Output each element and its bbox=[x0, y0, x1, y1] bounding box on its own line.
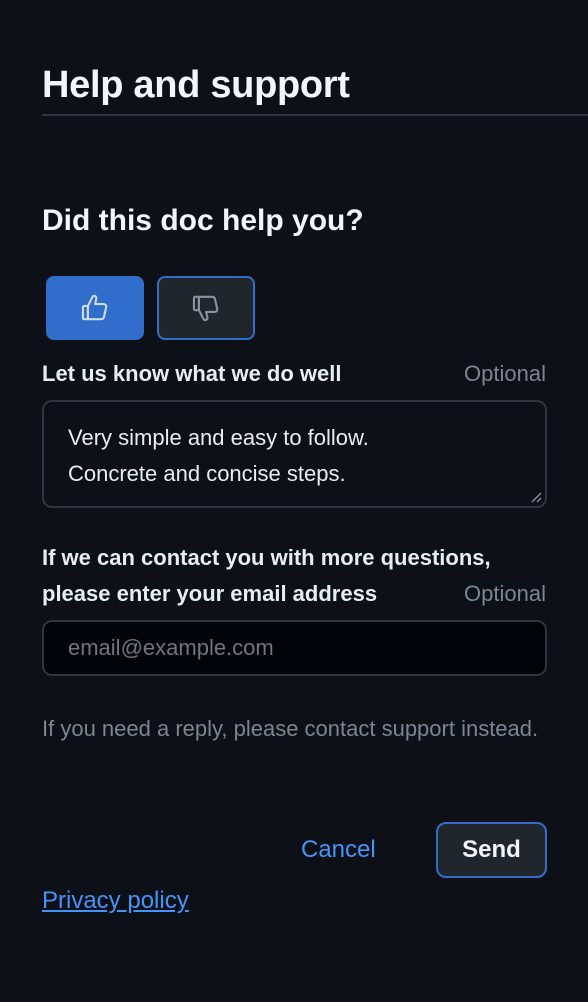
privacy-policy-link[interactable]: Privacy policy bbox=[42, 883, 189, 919]
contact-label-line-1: If we can contact you with more question… bbox=[42, 545, 491, 570]
thumbs-down-button[interactable] bbox=[157, 276, 255, 340]
feedback-question: Did this doc help you? bbox=[42, 204, 364, 237]
contact-optional-tag: Optional bbox=[464, 581, 546, 606]
title-divider bbox=[42, 114, 588, 116]
send-button[interactable]: Send bbox=[436, 822, 547, 878]
comment-label: Let us know what we do well bbox=[42, 361, 342, 386]
thumbs-up-button[interactable] bbox=[46, 276, 144, 340]
thumbs-down-icon bbox=[192, 295, 219, 322]
email-placeholder: email@example.com bbox=[68, 635, 274, 660]
comment-line-1: Very simple and easy to follow. bbox=[68, 425, 369, 450]
contact-label-line-2: please enter your email address bbox=[42, 581, 378, 606]
comment-textarea[interactable]: Very simple and easy to follow. Concrete… bbox=[42, 400, 547, 508]
comment-line-2: Concrete and concise steps. bbox=[68, 461, 346, 486]
comment-optional-tag: Optional bbox=[464, 361, 546, 386]
reply-hint: If you need a reply, please contact supp… bbox=[42, 716, 539, 741]
cancel-button[interactable]: Cancel bbox=[301, 832, 376, 868]
email-field[interactable]: email@example.com bbox=[42, 620, 547, 676]
page-title: Help and support bbox=[42, 64, 350, 106]
resize-handle-icon[interactable] bbox=[530, 491, 542, 503]
thumbs-up-icon bbox=[81, 294, 108, 321]
